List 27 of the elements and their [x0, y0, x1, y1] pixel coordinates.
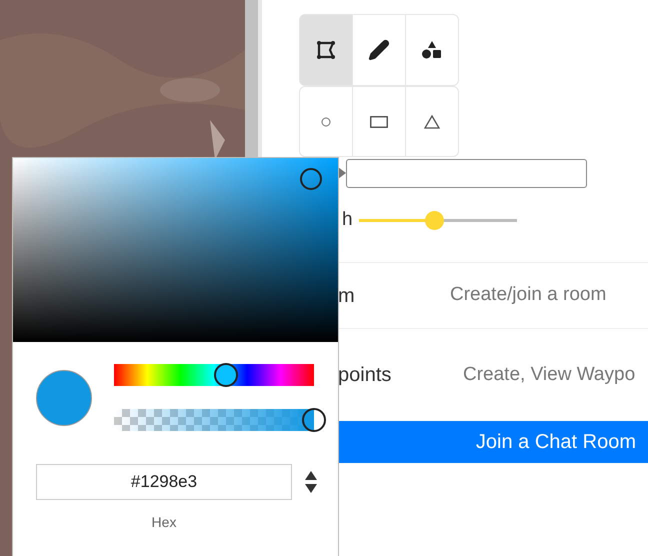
rectangle-icon — [370, 116, 388, 128]
format-label: Hex — [150, 513, 178, 532]
hue-thumb[interactable] — [214, 363, 238, 387]
row-label: m — [338, 284, 356, 308]
alpha-slider[interactable] — [114, 408, 327, 432]
row-label: points — [338, 363, 392, 388]
tool-button[interactable] — [352, 14, 406, 86]
hex-input[interactable]: #1298e3 — [36, 464, 292, 500]
hue-slider[interactable] — [114, 364, 314, 386]
color-input[interactable] — [346, 158, 587, 188]
pencil-icon — [368, 39, 390, 61]
up-down-arrows-icon[interactable] — [304, 471, 318, 493]
width-slider[interactable] — [358, 210, 517, 230]
circle-icon — [321, 116, 331, 126]
row-description: Create/join a room — [450, 283, 606, 308]
tool-button[interactable] — [405, 14, 459, 86]
row-description: Create, View Waypo — [463, 362, 636, 387]
slider-thumb[interactable] — [425, 210, 444, 230]
width-label: h — [342, 208, 353, 232]
triangle-icon — [424, 114, 440, 128]
shapes-icon — [421, 40, 443, 60]
saturation-cursor[interactable] — [300, 168, 322, 190]
join-chat-room-button[interactable]: Join a Chat Room — [338, 421, 648, 463]
tool-button[interactable] — [299, 14, 353, 86]
alpha-thumb[interactable] — [302, 408, 326, 432]
polygon-icon — [316, 40, 336, 60]
saturation-area[interactable] — [13, 158, 338, 342]
